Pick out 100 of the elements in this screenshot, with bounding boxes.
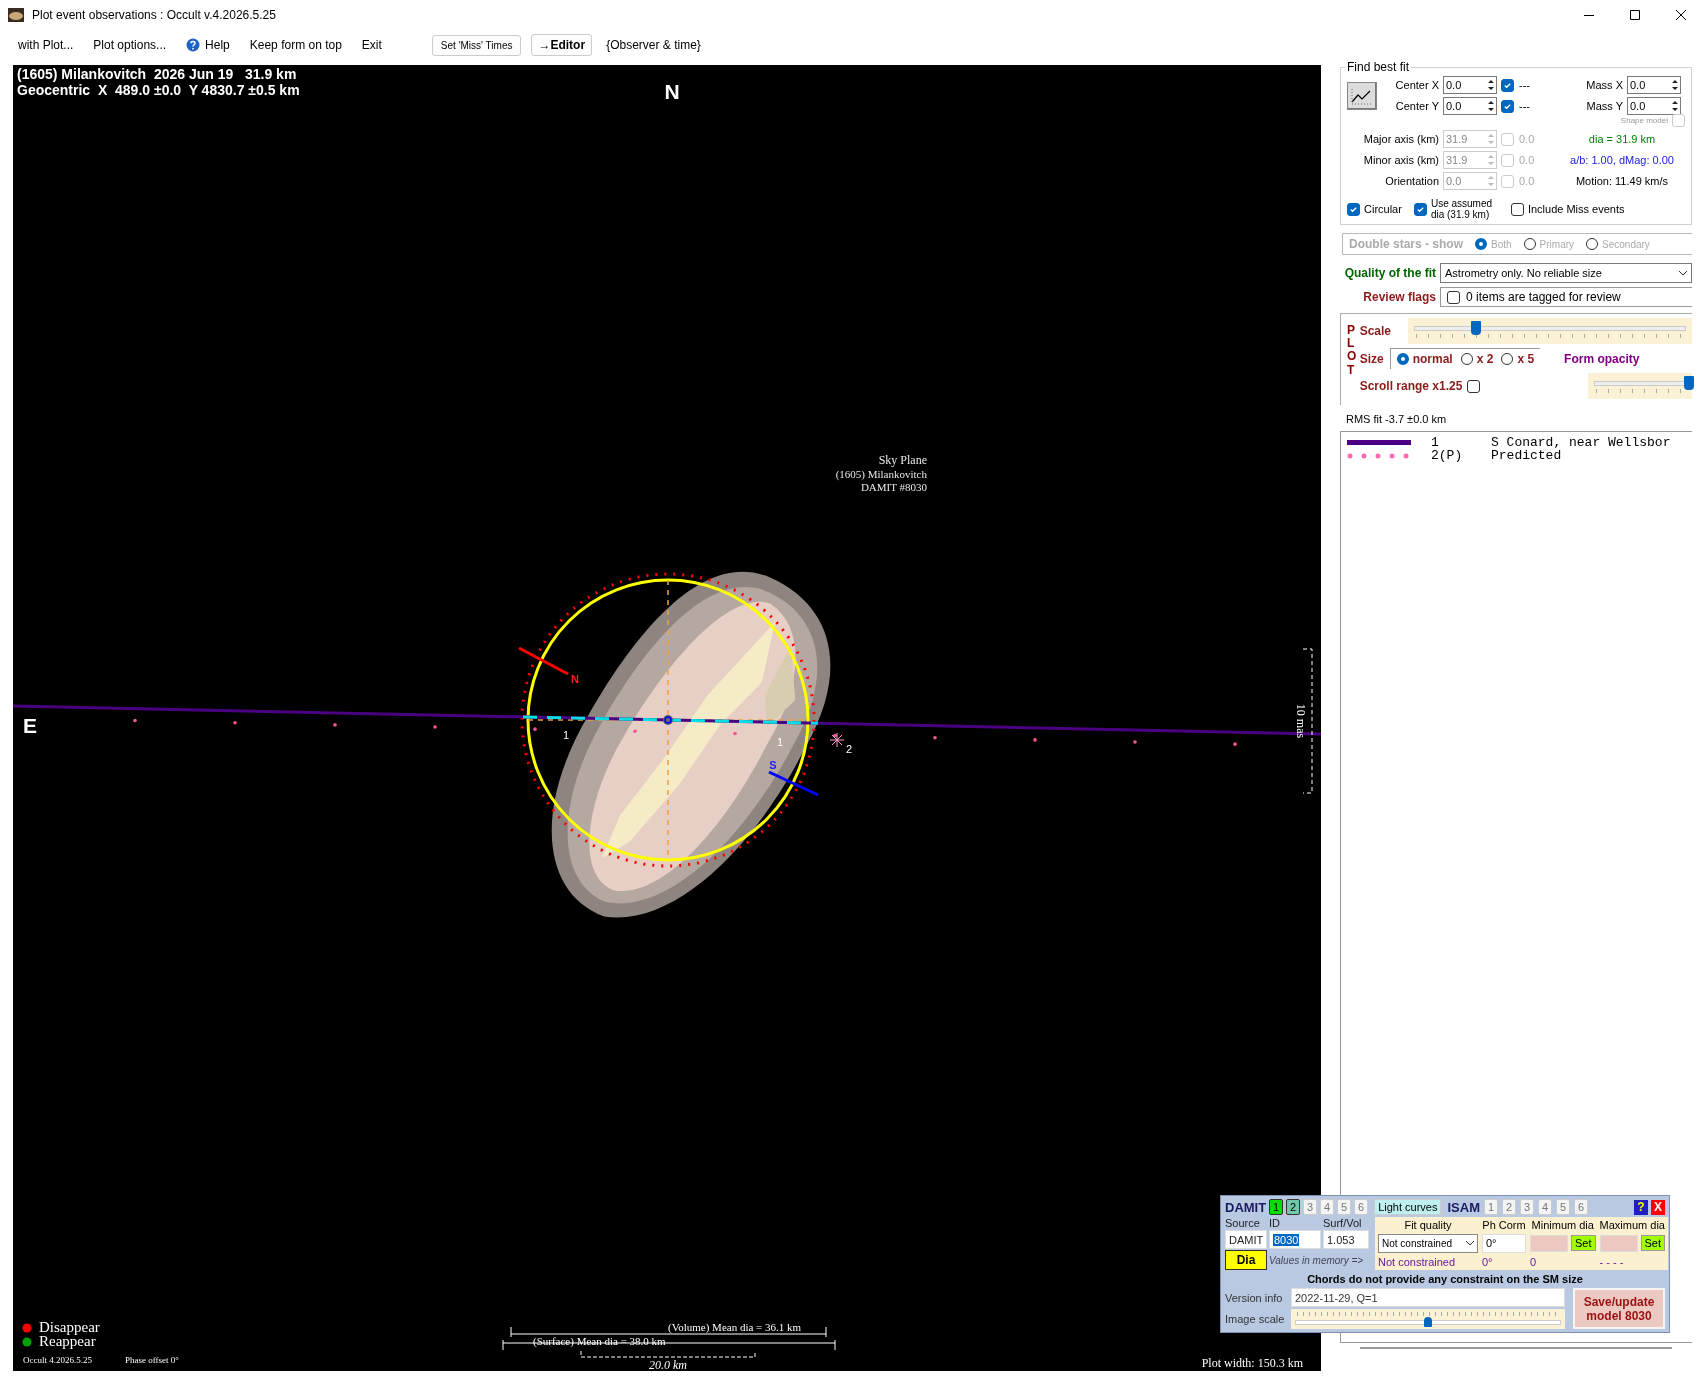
spin-field[interactable]: 0.0 xyxy=(1627,76,1681,94)
star-label: 2 xyxy=(846,743,853,755)
checkbox[interactable] xyxy=(1501,78,1514,92)
plot-width-text: Plot width: 150.3 km xyxy=(1201,1356,1303,1370)
motion-text: Motion: 11.49 km/s xyxy=(1574,175,1670,187)
predicted-dot xyxy=(133,718,137,723)
predicted-dot xyxy=(1233,742,1237,746)
plot-group-label: PLOT xyxy=(1347,324,1354,379)
slider-thumb[interactable] xyxy=(1424,1317,1432,1327)
surface-dia-text: (Surface) Mean dia = 38.0 km xyxy=(533,1335,666,1347)
menu-item[interactable]: Help xyxy=(205,38,230,52)
scale-label: 10 mas xyxy=(1294,703,1308,739)
memory-value: 0 xyxy=(1530,1255,1538,1268)
checkbox[interactable] xyxy=(1413,202,1427,216)
sky-plane-label: Sky Plane xyxy=(878,453,927,467)
north-pole-line xyxy=(518,646,569,676)
sky-plane-label: (1605) Milankovitch xyxy=(835,468,927,480)
radio-option[interactable]: normal xyxy=(1396,352,1453,366)
menu-item[interactable]: {Observer & time} xyxy=(596,34,711,56)
flag-text: 0.0 xyxy=(1519,154,1536,166)
menu-item[interactable]: Keep form on top xyxy=(239,34,352,56)
spin-field[interactable]: 0.0 xyxy=(1443,76,1497,94)
memory-label: Values in memory => xyxy=(1269,1254,1365,1266)
id-field[interactable]: 8030 xyxy=(1269,1230,1321,1249)
pole-label: S xyxy=(769,759,777,771)
version-field[interactable]: 2022-11-29, Q=1 xyxy=(1291,1288,1565,1307)
slider-thumb[interactable] xyxy=(1683,376,1694,390)
close-icon[interactable] xyxy=(1675,9,1687,21)
dia-button[interactable]: Dia xyxy=(1225,1250,1267,1270)
caret-icon[interactable] xyxy=(1679,270,1687,276)
shape-model-label: Shape model xyxy=(1620,116,1668,125)
checkbox[interactable] xyxy=(1447,290,1460,304)
surf-vol-field[interactable]: 1.053 xyxy=(1323,1230,1369,1249)
fit-quality-dropdown[interactable]: Not constrained xyxy=(1378,1234,1478,1253)
tab[interactable]: 1 xyxy=(1269,1199,1284,1215)
quality-dropdown[interactable]: Astrometry only. No reliable size xyxy=(1440,263,1692,283)
caret-icon[interactable] xyxy=(1466,1241,1474,1246)
flag-text: --- xyxy=(1519,79,1531,91)
field-label: Minor axis (km) xyxy=(1362,154,1440,166)
flag-text: 0.0 xyxy=(1519,133,1536,145)
menu-item[interactable]: with Plot... xyxy=(8,34,84,56)
memory-value: - - - - xyxy=(1599,1255,1625,1268)
column-label: ID xyxy=(1269,1217,1281,1229)
spin-field[interactable]: 0.0 xyxy=(1627,97,1681,115)
field-label: Version info xyxy=(1225,1291,1284,1304)
scale-slider[interactable] xyxy=(1407,318,1692,344)
checkmark-icon xyxy=(1415,204,1425,214)
maximize-icon[interactable] xyxy=(1629,9,1641,21)
rms-text: RMS fit -3.7 ±0.0 km xyxy=(1346,413,1448,425)
image-scale-slider[interactable] xyxy=(1291,1309,1565,1329)
spin-field[interactable]: 0.0 xyxy=(1443,97,1497,115)
group-label: Double stars - show xyxy=(1349,237,1464,251)
observer-name: Predicted xyxy=(1491,449,1562,462)
menu-item[interactable]: Plot options... xyxy=(83,34,177,56)
scale-bar-label: 20.0 km xyxy=(649,1358,687,1371)
spinner-arrows-icon[interactable] xyxy=(1670,78,1680,92)
quality-label: Quality of the fit xyxy=(1343,266,1436,280)
set-button[interactable]: Set xyxy=(1640,1235,1666,1252)
predicted-dot xyxy=(433,725,437,729)
tab[interactable]: 2 xyxy=(1286,1199,1301,1215)
opacity-slider[interactable] xyxy=(1588,373,1692,399)
scroll-range-label: Scroll range x1.25 xyxy=(1359,379,1463,393)
column-label: Maximum dia xyxy=(1599,1219,1666,1232)
menu-item[interactable]: Exit xyxy=(351,34,392,56)
center-marker xyxy=(663,715,673,725)
pole-label: N xyxy=(571,673,579,685)
editor-button[interactable]: →Editor xyxy=(531,34,593,56)
column-label: Minimum dia xyxy=(1530,1219,1595,1232)
radio-option[interactable]: x 2 xyxy=(1460,352,1494,366)
dia-field[interactable] xyxy=(1599,1235,1638,1252)
dia-text: dia = 31.9 km xyxy=(1587,133,1657,145)
close-button[interactable]: X xyxy=(1651,1199,1665,1215)
checkbox[interactable] xyxy=(1510,202,1524,216)
fit-button[interactable] xyxy=(1347,81,1377,110)
source-field[interactable]: DAMIT xyxy=(1225,1230,1267,1249)
checkbox[interactable] xyxy=(1467,379,1481,393)
light-curves-button[interactable]: Light curves xyxy=(1374,1199,1442,1215)
memory-value: Not constrained xyxy=(1378,1255,1457,1268)
checkbox[interactable] xyxy=(1501,99,1514,113)
spinner-arrows-icon[interactable] xyxy=(1486,99,1496,113)
save-model-button[interactable]: Save/update model 8030 xyxy=(1573,1288,1665,1329)
observer-number: 1 xyxy=(1431,436,1440,449)
help-icon xyxy=(186,38,201,52)
group-label: Find best fit xyxy=(1345,60,1412,74)
spinner-arrows-icon[interactable] xyxy=(1486,78,1496,92)
set-button[interactable]: Set xyxy=(1571,1235,1596,1252)
column-label: Surf/Vol xyxy=(1323,1217,1363,1229)
radio-option[interactable]: x 5 xyxy=(1501,352,1535,366)
checkbox[interactable] xyxy=(1347,202,1360,216)
column-label: Ph Corm xyxy=(1482,1219,1526,1232)
ph-corr-field[interactable]: 0° xyxy=(1482,1234,1526,1253)
help-button[interactable]: ? xyxy=(1634,1199,1648,1215)
dia-field[interactable] xyxy=(1530,1235,1568,1252)
checkbox-label: Circular xyxy=(1364,203,1402,215)
predicted-dot xyxy=(833,733,837,738)
slider-thumb[interactable] xyxy=(1470,321,1481,335)
field-label: Center Y xyxy=(1394,100,1440,112)
observer-number: 2(P) xyxy=(1431,449,1464,462)
set-miss-times-button[interactable]: Set 'Miss' Times xyxy=(431,34,522,56)
spinner-arrows-icon[interactable] xyxy=(1670,99,1680,113)
